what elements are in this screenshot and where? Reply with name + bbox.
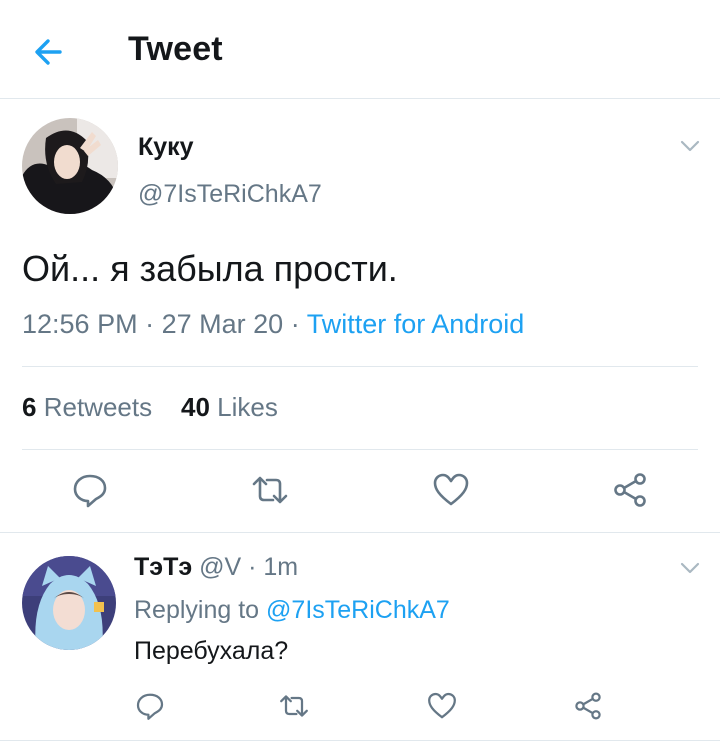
reply-text: Перебухала?	[134, 637, 289, 665]
chevron-down-icon[interactable]	[679, 560, 701, 576]
divider	[22, 449, 698, 450]
replying-to-handle-link[interactable]: @7IsTeRiChkA7	[266, 596, 450, 624]
retweets-count: 6	[22, 392, 37, 422]
reply-author-name[interactable]: ТэТэ	[134, 553, 192, 581]
tweet-text: Ой... я забыла прости.	[22, 248, 398, 289]
reply-button[interactable]	[134, 690, 166, 722]
likes-count: 40	[181, 392, 210, 422]
like-button[interactable]	[426, 690, 458, 722]
share-button[interactable]	[610, 470, 650, 510]
divider	[22, 366, 698, 367]
reply-author-avatar[interactable]	[22, 556, 116, 650]
section-divider	[0, 532, 720, 533]
reply-time: 1m	[263, 553, 299, 581]
chevron-down-icon[interactable]	[679, 138, 701, 154]
retweets-label: Retweets	[43, 392, 153, 422]
tweet-time: 12:56 PM	[22, 309, 138, 339]
tweet-date: 27 Mar 20	[161, 309, 284, 339]
divider	[0, 740, 720, 741]
retweet-icon	[252, 476, 288, 504]
arrow-left-icon	[35, 39, 62, 65]
reply-author-handle[interactable]: @V	[199, 553, 241, 581]
meta-separator: ·	[290, 309, 300, 339]
tweet-stats: 6 Retweets 40 Likes	[22, 392, 278, 423]
author-name[interactable]: Куку	[138, 133, 194, 162]
author-avatar[interactable]	[22, 118, 118, 214]
like-icon	[428, 692, 456, 719]
tweet-source-link[interactable]: Twitter for Android	[307, 309, 525, 339]
top-bar: Tweet	[0, 0, 720, 99]
avatar-image	[22, 556, 116, 650]
like-button[interactable]	[431, 470, 471, 510]
share-icon	[614, 473, 646, 507]
tweet-meta: 12:56 PM · 27 Mar 20 · Twitter for Andro…	[22, 309, 524, 340]
share-button[interactable]	[572, 690, 604, 722]
meta-separator: ·	[145, 309, 155, 339]
share-icon	[575, 692, 601, 720]
likes-stat[interactable]: 40 Likes	[181, 392, 278, 422]
retweet-button[interactable]	[278, 690, 310, 722]
replying-to-label: Replying to	[134, 596, 260, 624]
avatar-image	[22, 118, 118, 214]
reply-icon	[136, 693, 164, 720]
like-icon	[433, 473, 469, 506]
author-handle[interactable]: @7IsTeRiChkA7	[138, 180, 322, 209]
reply-button[interactable]	[70, 470, 110, 510]
reply-icon	[73, 474, 107, 508]
retweets-stat[interactable]: 6 Retweets	[22, 392, 152, 422]
reply-header: ТэТэ @V · 1m	[134, 553, 298, 582]
retweet-button[interactable]	[250, 470, 290, 510]
page-title: Tweet	[128, 30, 223, 68]
likes-label: Likes	[217, 392, 278, 422]
back-button[interactable]	[30, 32, 70, 72]
retweet-icon	[280, 695, 308, 717]
meta-separator: ·	[248, 553, 257, 581]
replying-to-line: Replying to @7IsTeRiChkA7	[134, 596, 450, 625]
